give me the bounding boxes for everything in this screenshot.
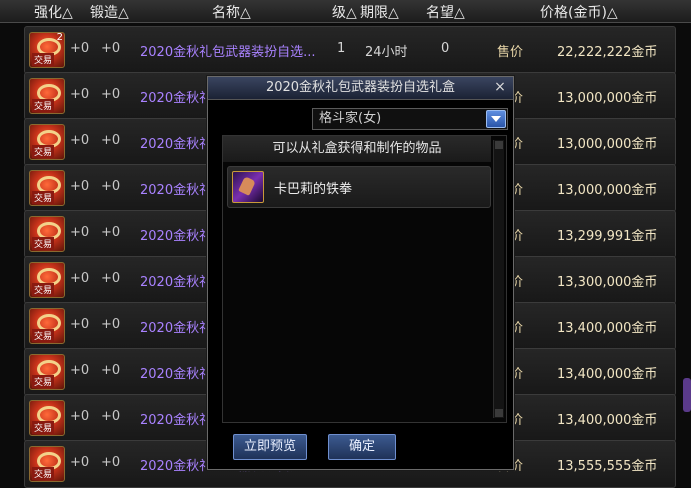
obtainable-items-panel: 可以从礼盒获得和制作的物品 卡巴莉的铁拳	[222, 135, 507, 423]
price-value: 13,555,555金币	[557, 459, 658, 474]
item-name: 2020金秋礼	[140, 137, 213, 152]
trade-box-icon: 交易	[29, 216, 65, 252]
trade-tag: 交易	[32, 421, 55, 434]
trade-tag: 交易	[32, 99, 55, 112]
reputation-value: 0	[441, 41, 450, 56]
panel-heading: 可以从礼盒获得和制作的物品	[223, 136, 491, 162]
reward-item[interactable]: 卡巴莉的铁拳	[227, 166, 491, 208]
item-name: 2020金秋礼	[140, 91, 213, 106]
trade-box-icon: 交易	[29, 308, 65, 344]
price-value: 13,299,991金币	[557, 229, 658, 244]
trade-box-icon: 交易	[29, 354, 65, 390]
forge-value: +0	[101, 41, 121, 56]
price-value: 13,400,000金币	[557, 321, 658, 336]
trade-box-icon: 交易	[29, 124, 65, 160]
forge-value: +0	[101, 455, 121, 470]
class-select[interactable]: 格斗家(女)	[312, 108, 508, 130]
price-value: 13,000,000金币	[557, 91, 658, 106]
panel-scrollbar[interactable]	[493, 140, 504, 418]
forge-value: +0	[101, 363, 121, 378]
enhance-value: +0	[70, 179, 90, 194]
enhance-value: +0	[70, 271, 90, 286]
forge-value: +0	[101, 179, 121, 194]
header-price[interactable]: 价格(金币)△	[540, 2, 618, 22]
trade-tag: 交易	[32, 191, 55, 204]
list-header: 强化△ 锻造△ 名称△ 级△ 期限△ 名望△ 价格(金币)△	[0, 0, 691, 23]
price-value: 13,000,000金币	[557, 183, 658, 198]
header-period[interactable]: 期限△	[360, 2, 399, 22]
trade-tag: 交易	[32, 283, 55, 296]
trade-box-icon: 交易 2	[29, 32, 65, 68]
header-forge[interactable]: 锻造△	[90, 2, 129, 22]
price-value: 22,222,222金币	[557, 45, 658, 60]
forge-value: +0	[101, 409, 121, 424]
close-icon[interactable]: ×	[493, 80, 507, 94]
forge-value: +0	[101, 225, 121, 240]
trade-tag: 交易	[32, 375, 55, 388]
side-scroll-handle[interactable]	[683, 378, 691, 412]
level-value: 1	[337, 41, 346, 56]
forge-value: +0	[101, 271, 121, 286]
trade-tag: 交易	[32, 145, 55, 158]
trade-box-icon: 交易	[29, 78, 65, 114]
trade-box-icon: 交易	[29, 446, 65, 482]
header-enhance[interactable]: 强化△	[34, 2, 73, 22]
enhance-value: +0	[70, 41, 90, 56]
preview-button[interactable]: 立即预览	[233, 434, 307, 460]
header-name[interactable]: 名称△	[212, 2, 251, 22]
trade-tag: 交易	[32, 237, 55, 250]
item-name: 2020金秋礼	[140, 413, 213, 428]
forge-value: +0	[101, 87, 121, 102]
scroll-up-icon[interactable]	[495, 141, 503, 149]
enhance-value: +0	[70, 409, 90, 424]
enhance-value: +0	[70, 225, 90, 240]
dialog-title: 2020金秋礼包武器装扮自选礼盒	[208, 77, 513, 100]
enhance-value: +0	[70, 363, 90, 378]
trade-box-icon: 交易	[29, 262, 65, 298]
enhance-value: +0	[70, 455, 90, 470]
chevron-down-icon[interactable]	[486, 110, 506, 128]
price-value: 13,000,000金币	[557, 137, 658, 152]
header-level[interactable]: 级△	[332, 2, 357, 22]
price-value: 13,400,000金币	[557, 367, 658, 382]
enhance-value: +0	[70, 133, 90, 148]
item-name: 2020金秋礼包武器装扮自选...	[140, 45, 316, 60]
stack-count: 2	[56, 32, 63, 43]
item-name: 2020金秋礼	[140, 321, 213, 336]
enhance-value: +0	[70, 317, 90, 332]
trade-tag: 交易	[32, 53, 55, 66]
price-value: 13,400,000金币	[557, 413, 658, 428]
gauntlet-icon	[232, 171, 264, 203]
item-name: 2020金秋礼	[140, 275, 213, 290]
trade-tag: 交易	[32, 467, 55, 480]
scroll-down-icon[interactable]	[495, 409, 503, 417]
forge-value: +0	[101, 133, 121, 148]
item-name: 2020金秋礼	[140, 229, 213, 244]
item-name: 2020金秋礼	[140, 367, 213, 382]
class-select-value: 格斗家(女)	[319, 111, 382, 126]
forge-value: +0	[101, 317, 121, 332]
trade-box-icon: 交易	[29, 400, 65, 436]
list-item[interactable]: 交易 2 +0 +0 2020金秋礼包武器装扮自选... 1 24小时 0 售价 22,222,2…	[24, 26, 676, 74]
sell-label: 售价	[497, 45, 524, 60]
item-name: 2020金秋礼	[140, 183, 213, 198]
header-reputation[interactable]: 名望△	[426, 2, 465, 22]
enhance-value: +0	[70, 87, 90, 102]
price-value: 13,300,000金币	[557, 275, 658, 290]
trade-box-icon: 交易	[29, 170, 65, 206]
trade-tag: 交易	[32, 329, 55, 342]
period-value: 24小时	[365, 45, 408, 60]
confirm-button[interactable]: 确定	[328, 434, 396, 460]
reward-item-label: 卡巴莉的铁拳	[274, 182, 353, 197]
gift-box-dialog: 2020金秋礼包武器装扮自选礼盒 × 格斗家(女) 可以从礼盒获得和制作的物品 …	[207, 76, 514, 470]
